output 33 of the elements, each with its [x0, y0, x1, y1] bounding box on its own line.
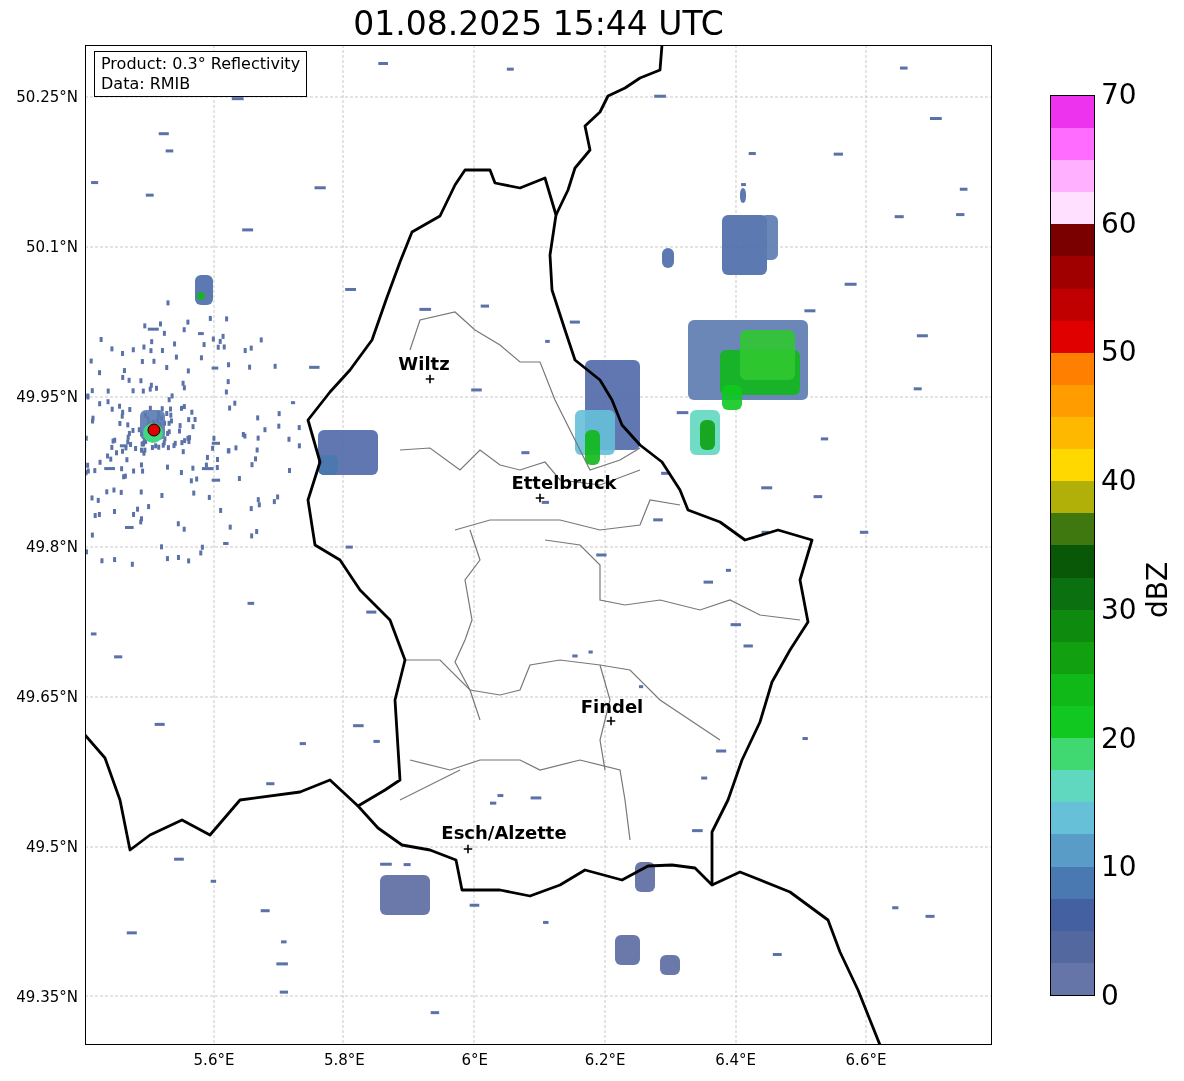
- chart-title: 01.08.2025 15:44 UTC: [352, 3, 725, 45]
- city-marker-icon: [606, 716, 616, 726]
- colorbar-tick-label: 30: [1101, 593, 1137, 626]
- colorbar-tick-label: 10: [1101, 851, 1137, 884]
- colorbar-tick-label: 50: [1101, 336, 1137, 369]
- longitude-label: 6.6°E: [845, 1051, 887, 1069]
- city-label: Ettelbruck: [511, 471, 617, 493]
- city-marker-icon: [463, 844, 473, 854]
- city-label: Esch/Alzette: [441, 821, 567, 843]
- longitude-label: 6.4°E: [715, 1051, 756, 1069]
- colorbar-tick-label: 0: [1101, 980, 1119, 1012]
- colorbar-tick-label: 20: [1101, 722, 1137, 755]
- info-text: Data: RMIB: [101, 74, 192, 94]
- colorbar-tick-label: 60: [1101, 207, 1137, 240]
- latitude-label: 49.8°N: [25, 538, 78, 556]
- colorbar-label: dBZ: [1140, 561, 1174, 619]
- longitude-label: 6°E: [461, 1051, 489, 1069]
- city-label: Wiltz: [398, 352, 450, 374]
- city-marker-icon: [425, 374, 435, 384]
- longitude-label: 5.8°E: [323, 1051, 365, 1069]
- latitude-label: 49.35°N: [16, 988, 78, 1006]
- city-label: Findel: [580, 695, 644, 717]
- latitude-label: 50.1°N: [25, 238, 78, 256]
- latitude-label: 49.65°N: [16, 688, 78, 706]
- latitude-label: 49.95°N: [16, 388, 78, 406]
- colorbar-tick-label: 70: [1101, 79, 1137, 111]
- info-text: Product: 0.3° Reflectivity: [101, 54, 301, 74]
- city-marker-icon: [535, 493, 545, 503]
- colorbar-tick-label: 40: [1101, 465, 1137, 498]
- latitude-label: 50.25°N: [16, 88, 78, 106]
- latitude-label: 49.5°N: [25, 838, 78, 856]
- longitude-label: 6.2°E: [584, 1051, 626, 1069]
- longitude-label: 5.6°E: [193, 1051, 235, 1069]
